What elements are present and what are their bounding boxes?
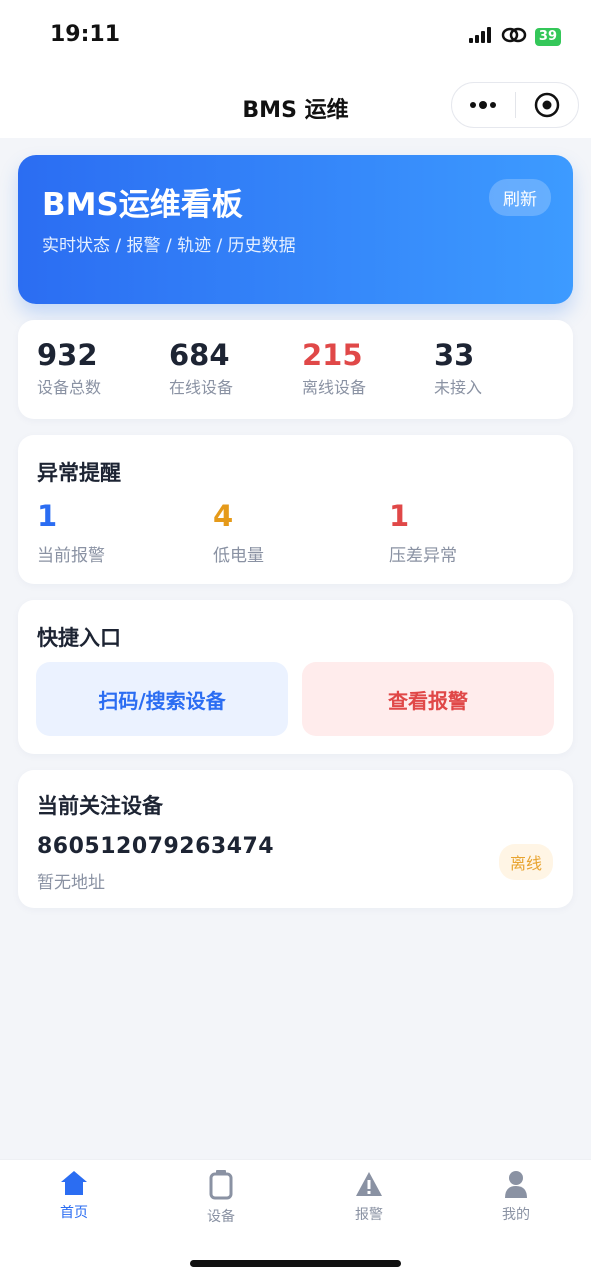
stat-online-value: 684 — [169, 338, 230, 372]
device-status-badge: 离线 — [498, 844, 553, 880]
view-alarms-button[interactable]: 查看报警 — [302, 662, 554, 736]
banner-subtitle: 实时状态 / 报警 / 轨迹 / 历史数据 — [42, 236, 296, 256]
tab-mine-label: 我的 — [502, 1207, 530, 1223]
device-address: 暂无地址 — [37, 873, 105, 893]
stat-total[interactable]: 932 设备总数 — [37, 338, 101, 398]
alert-current-label: 当前报警 — [37, 546, 105, 566]
scan-search-device-button[interactable]: 扫码/搜索设备 — [36, 662, 288, 736]
stat-unconnected[interactable]: 33 未接入 — [434, 338, 482, 398]
more-button[interactable] — [452, 83, 515, 127]
alert-low-battery[interactable]: 4 低电量 — [213, 499, 264, 566]
battery-indicator: 39 — [534, 28, 561, 46]
stat-offline-value: 215 — [302, 338, 363, 372]
focused-device-card[interactable]: 当前关注设备 860512079263474 暂无地址 离线 — [18, 770, 573, 908]
status-time: 19:11 — [50, 22, 121, 47]
refresh-button[interactable]: 刷新 — [489, 179, 551, 216]
focused-device-title: 当前关注设备 — [37, 794, 163, 818]
signal-icon — [468, 27, 493, 47]
status-bar: 19:11 39 — [0, 0, 591, 72]
stat-online-label: 在线设备 — [169, 378, 234, 397]
tab-home[interactable]: 首页 — [34, 1170, 114, 1222]
alert-voltage-diff-label: 压差异常 — [389, 546, 457, 566]
alert-current[interactable]: 1 当前报警 — [37, 499, 105, 566]
stat-total-label: 设备总数 — [37, 378, 102, 397]
target-icon — [534, 92, 559, 118]
stat-total-value: 932 — [37, 338, 98, 372]
tab-alarms[interactable]: 报警 — [329, 1170, 409, 1224]
home-indicator[interactable] — [190, 1260, 401, 1267]
status-icons: 39 — [468, 26, 561, 48]
home-icon — [61, 1171, 87, 1195]
stat-unconnected-label: 未接入 — [434, 378, 483, 397]
alerts-title: 异常提醒 — [37, 461, 121, 485]
link-icon — [501, 26, 527, 48]
alert-voltage-diff-value: 1 — [389, 499, 410, 533]
dashboard-banner: BMS运维看板 实时状态 / 报警 / 轨迹 / 历史数据 刷新 — [18, 155, 573, 304]
tab-mine[interactable]: 我的 — [476, 1170, 556, 1224]
tab-home-label: 首页 — [60, 1205, 88, 1221]
stat-offline-label: 离线设备 — [302, 378, 367, 397]
tab-devices[interactable]: 设备 — [181, 1170, 261, 1226]
alert-low-battery-value: 4 — [213, 499, 234, 533]
more-dots-icon — [470, 101, 497, 109]
quick-entry-card: 快捷入口 扫码/搜索设备 查看报警 — [18, 600, 573, 754]
tab-devices-label: 设备 — [207, 1209, 235, 1225]
alert-low-battery-label: 低电量 — [213, 546, 264, 566]
stat-unconnected-value: 33 — [434, 338, 475, 372]
device-icon — [209, 1170, 233, 1200]
stat-online[interactable]: 684 在线设备 — [169, 338, 233, 398]
close-miniprogram-button[interactable] — [516, 83, 579, 127]
stat-offline[interactable]: 215 离线设备 — [302, 338, 366, 398]
device-stats-card: 932 设备总数 684 在线设备 215 离线设备 33 未接入 — [18, 320, 573, 419]
alert-current-value: 1 — [37, 499, 58, 533]
navigation-bar: BMS 运维 — [0, 72, 591, 138]
device-id: 860512079263474 — [37, 834, 275, 859]
banner-title: BMS运维看板 — [42, 187, 243, 223]
tab-alarms-label: 报警 — [355, 1207, 383, 1223]
alert-voltage-diff[interactable]: 1 压差异常 — [389, 499, 457, 566]
warning-icon — [356, 1172, 382, 1196]
anomaly-alerts-card: 异常提醒 1 当前报警 4 低电量 1 压差异常 — [18, 435, 573, 584]
quick-entry-title: 快捷入口 — [37, 626, 121, 650]
mini-program-capsule — [451, 82, 579, 128]
user-icon — [505, 1171, 527, 1198]
